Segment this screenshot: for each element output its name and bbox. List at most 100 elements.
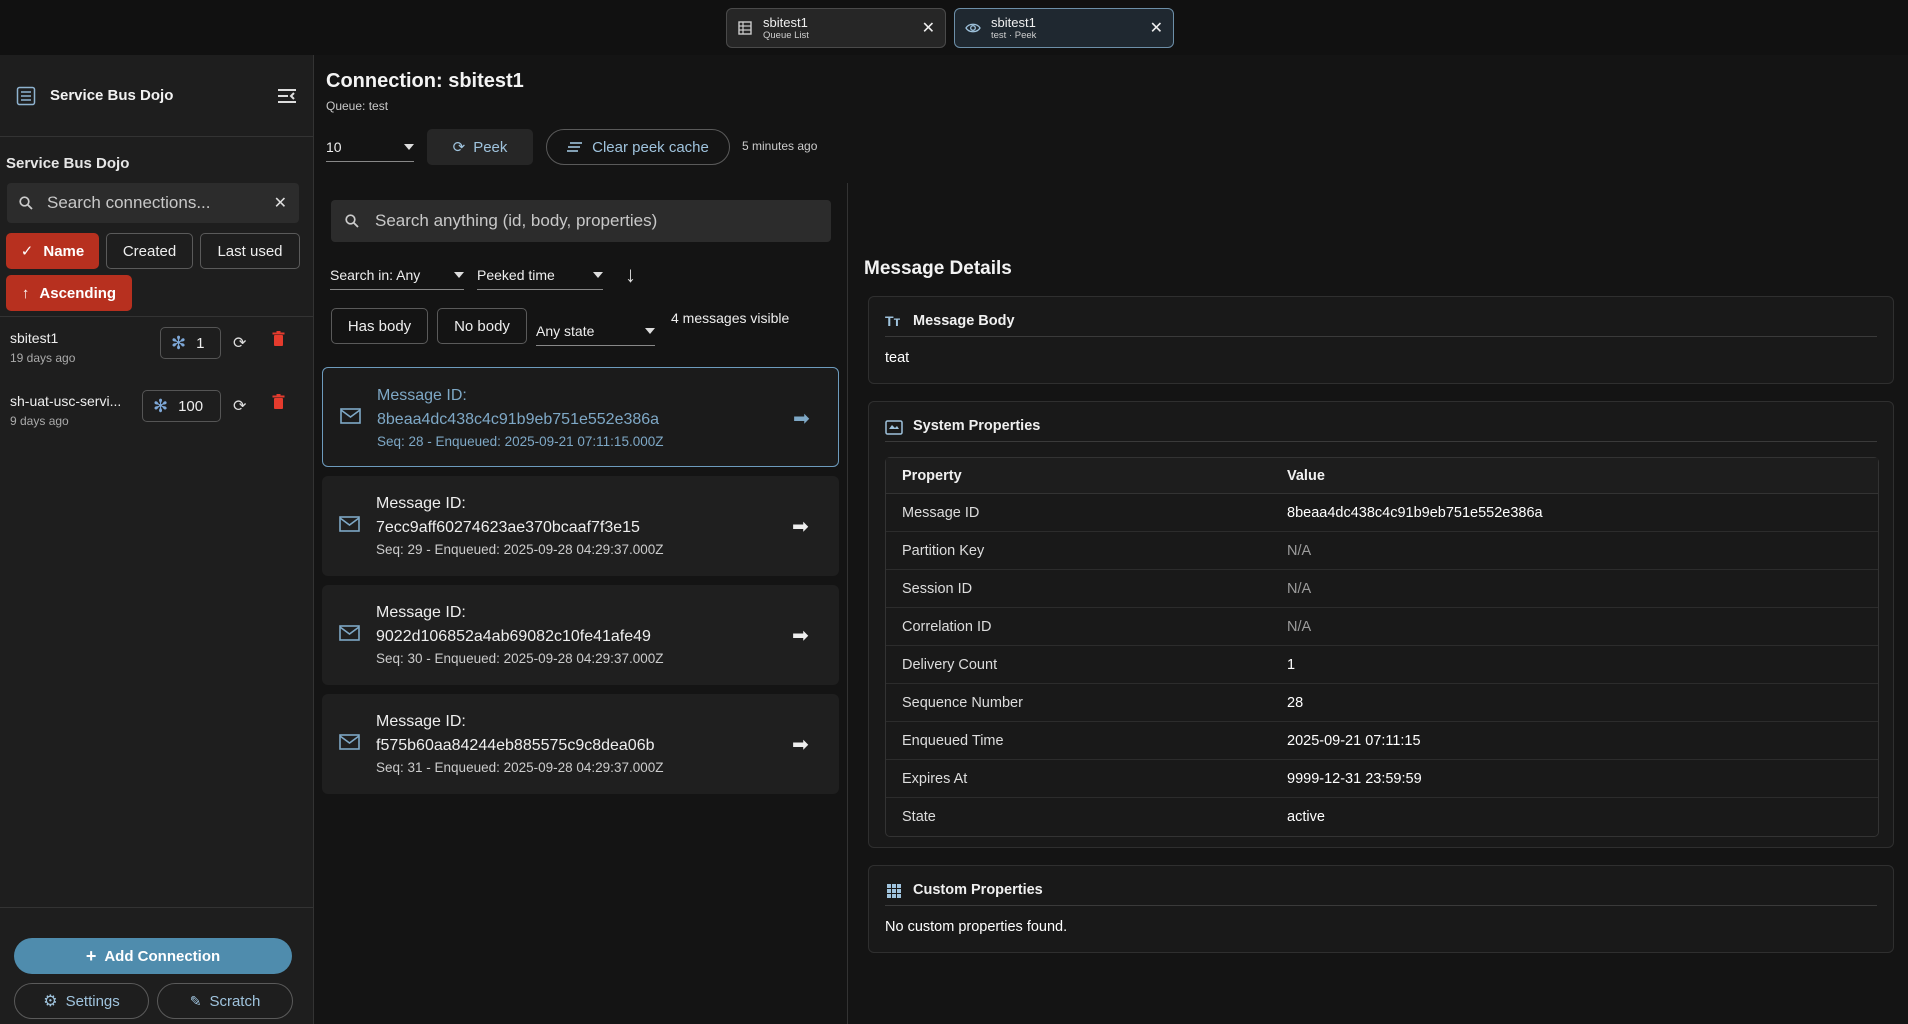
arrow-right-icon[interactable]: ➡ <box>792 623 809 648</box>
connection-search-input[interactable] <box>47 193 274 213</box>
state-filter-select[interactable]: Any state <box>536 316 655 346</box>
property-value: active <box>1287 809 1325 825</box>
peek-count-select[interactable]: 10 <box>326 132 414 162</box>
app-logo-icon <box>16 86 36 105</box>
property-key: Message ID <box>886 494 1271 532</box>
select-value: Any state <box>536 322 595 339</box>
collapse-menu-icon[interactable] <box>277 88 297 104</box>
window-tab-bar: sbitest1 Queue List ✕ sbitest1 test · Pe… <box>0 0 1908 55</box>
inbox-icon <box>885 420 903 435</box>
has-body-filter[interactable]: Has body <box>331 308 428 344</box>
sort-by-select[interactable]: Peeked time <box>477 260 603 290</box>
property-value: 9999-12-31 23:59:59 <box>1271 760 1878 798</box>
table-row: Partition Key N/A <box>886 532 1878 570</box>
connection-item[interactable]: sbitest1 19 days ago ✻ 1 ⟳ <box>0 325 314 385</box>
message-search-input[interactable] <box>375 211 817 231</box>
property-key: State <box>902 809 936 825</box>
message-body-panel: Tт Message Body teat <box>868 296 1894 384</box>
refresh-icon[interactable]: ⟳ <box>233 396 246 416</box>
divider <box>0 316 314 317</box>
caret-down-icon <box>454 271 464 278</box>
close-icon[interactable]: ✕ <box>922 18 935 38</box>
message-search <box>331 200 831 242</box>
table-icon <box>738 21 752 35</box>
visible-count: 4 messages visible <box>671 310 790 326</box>
snowflake-icon: ✻ <box>153 395 169 416</box>
message-meta: Seq: 30 - Enqueued: 2025-09-28 04:29:37.… <box>376 651 664 666</box>
search-icon <box>19 196 33 210</box>
search-in-select[interactable]: Search in: Any <box>330 260 464 290</box>
sort-created-chip[interactable]: Created <box>106 233 193 269</box>
eye-icon <box>965 23 981 33</box>
mail-icon <box>339 516 360 532</box>
message-card[interactable]: Message ID: 8beaa4dc438c4c91b9eb751e552e… <box>322 367 839 467</box>
clear-search-icon[interactable]: ✕ <box>274 193 287 213</box>
system-properties-table: Property Value Message ID 8beaa4dc438c4c9… <box>885 457 1879 837</box>
property-key: Session ID <box>886 570 1271 608</box>
panel-header: Custom Properties <box>885 882 1877 906</box>
close-icon[interactable]: ✕ <box>1150 18 1163 38</box>
property-key: Delivery Count <box>886 646 1271 684</box>
message-card[interactable]: Message ID: f575b60aa84244eb885575c9c8de… <box>322 694 839 794</box>
property-key: Enqueued Time <box>886 722 1271 760</box>
button-label: Add Connection <box>104 947 221 965</box>
last-updated-text: 5 minutes ago <box>742 139 818 153</box>
sort-name-chip[interactable]: ✓ Name <box>6 233 99 269</box>
connection-item[interactable]: sh-uat-usc-servi... 9 days ago ✻ 100 ⟳ <box>0 387 314 447</box>
delete-icon[interactable] <box>272 394 285 415</box>
arrow-right-icon[interactable]: ➡ <box>792 732 809 757</box>
connection-last-used: 9 days ago <box>10 414 69 428</box>
message-card[interactable]: Message ID: 9022d106852a4ab69082c10fe41a… <box>322 585 839 685</box>
queue-count-badge[interactable]: ✻ 100 <box>142 390 221 422</box>
property-key: Correlation ID <box>886 608 1271 646</box>
page-title: Connection: sbitest1 <box>326 70 524 92</box>
sort-direction-arrow-down-icon[interactable]: ↓ <box>625 262 636 288</box>
caret-down-icon <box>593 271 603 278</box>
tab-subtitle: test · Peek <box>991 29 1037 41</box>
check-icon: ✓ <box>20 243 34 260</box>
tab-peek[interactable]: sbitest1 test · Peek ✕ <box>954 8 1174 48</box>
sort-last-used-chip[interactable]: Last used <box>200 233 300 269</box>
system-properties-panel: System Properties Property Value Message… <box>868 401 1894 848</box>
property-value: N/A <box>1271 608 1878 646</box>
property-key: Partition Key <box>886 532 1271 570</box>
message-id: 8beaa4dc438c4c91b9eb751e552e386a <box>377 411 660 428</box>
message-label: Message ID: <box>376 604 466 621</box>
panel-header: System Properties <box>885 418 1877 442</box>
no-body-filter[interactable]: No body <box>437 308 527 344</box>
sort-order-chip[interactable]: ↑ Ascending <box>6 275 132 311</box>
column-header: Value <box>1271 458 1878 494</box>
connection-search: ✕ <box>7 183 299 223</box>
arrow-right-icon[interactable]: ➡ <box>793 406 810 431</box>
add-connection-button[interactable]: + Add Connection <box>14 938 292 974</box>
property-value: 28 <box>1271 684 1878 722</box>
queue-count-badge[interactable]: ✻ 1 <box>160 327 221 359</box>
queue-count: 1 <box>196 334 205 352</box>
caret-down-icon <box>645 327 655 334</box>
caret-down-icon <box>404 143 414 150</box>
table-row: Correlation ID N/A <box>886 608 1878 646</box>
clear-peek-cache-button[interactable]: Clear peek cache <box>546 129 730 165</box>
property-value: 8beaa4dc438c4c91b9eb751e552e386a <box>1271 494 1878 532</box>
scratch-button[interactable]: ✎ Scratch <box>157 983 293 1019</box>
tab-queue-list[interactable]: sbitest1 Queue List ✕ <box>726 8 946 48</box>
refresh-icon[interactable]: ⟳ <box>233 333 246 353</box>
panel-title: Message Body <box>913 313 1015 329</box>
message-label: Message ID: <box>376 495 466 512</box>
edit-square-icon: ✎ <box>189 992 202 1009</box>
connection-name: sh-uat-usc-servi... <box>10 393 122 409</box>
message-id: 7ecc9aff60274623ae370bcaaf7f3e15 <box>376 519 640 536</box>
peek-button[interactable]: ⟳ Peek <box>427 129 533 165</box>
delete-icon[interactable] <box>272 331 285 352</box>
grid-icon <box>887 884 901 898</box>
settings-button[interactable]: ⚙ Settings <box>14 983 149 1019</box>
select-value: Search in: Any <box>330 266 421 283</box>
panel-header: Tт Message Body <box>885 313 1877 337</box>
message-meta: Seq: 28 - Enqueued: 2025-09-21 07:11:15.… <box>377 434 664 449</box>
arrow-up-icon: ↑ <box>21 284 30 302</box>
message-label: Message ID: <box>377 387 467 404</box>
message-card[interactable]: Message ID: 7ecc9aff60274623ae370bcaaf7f… <box>322 476 839 576</box>
button-label: Settings <box>65 992 120 1010</box>
table-row: State active <box>886 798 1878 836</box>
arrow-right-icon[interactable]: ➡ <box>792 514 809 539</box>
